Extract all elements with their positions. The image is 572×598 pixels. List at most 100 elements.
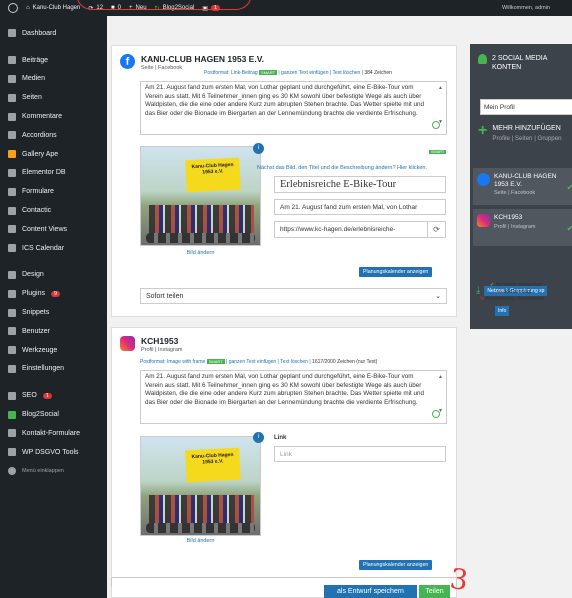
ig-change-image-link[interactable]: Bild ändern: [140, 538, 261, 544]
dashboard-icon: [8, 29, 16, 38]
elementor-icon: [8, 168, 16, 177]
ig-link-input[interactable]: Link: [274, 446, 446, 462]
bicycles: [146, 233, 255, 243]
network-status-legend: ✔ Netzwerk verbunden ⊘ Bild benötigt ↻ A…: [480, 282, 545, 302]
account-item-instagram[interactable]: KCH1953 Profil | Instagram ✔: [473, 209, 572, 246]
save-draft-button[interactable]: als Entwurf speichern: [324, 585, 417, 598]
sidebar-item-design[interactable]: Design: [0, 266, 107, 285]
collapse-icon: [8, 466, 16, 475]
contact-icon: [8, 206, 16, 215]
sidebar-item-plugins[interactable]: Plugins 9: [0, 284, 107, 303]
facebook-post-card: f KANU-CLUB HAGEN 1953 E.V. Seite | Face…: [111, 45, 457, 317]
sidebar-item-formulare[interactable]: Formulare: [0, 182, 107, 201]
sidebar-item-werkzeuge[interactable]: Werkzeuge: [0, 341, 107, 360]
ig-textarea-scrollbar[interactable]: ▲ ▼: [438, 373, 444, 416]
profile-select[interactable]: Mein Profil: [480, 99, 572, 115]
sidebar-item-contactic[interactable]: Contactic: [0, 201, 107, 220]
warning-icon: ↻: [480, 296, 485, 302]
wordpress-logo[interactable]: [8, 3, 18, 13]
image-info-icon[interactable]: i: [253, 432, 264, 443]
error-icon: ⊘: [498, 289, 503, 295]
share-button[interactable]: Teilen: [419, 585, 450, 598]
greeting[interactable]: Willkommen, admin: [502, 5, 550, 11]
info-button[interactable]: Info: [495, 306, 510, 316]
comment-icon: [8, 112, 16, 121]
fb-link-description-field[interactable]: Am 21. August fand zum ersten Mal, von L…: [274, 199, 446, 215]
fb-char-count: 384 Zeichen: [364, 70, 392, 76]
fb-meta-line: Postformat: Link-Beitrag SMART | ganzen …: [204, 70, 392, 76]
ig-account-header: KCH1953 Profil | Instagram: [120, 336, 182, 353]
fb-calendar-button[interactable]: Planungskalender anzeigen: [359, 267, 433, 277]
ig-meta-line: Postformat: Image with frame SMART | gan…: [140, 359, 378, 365]
fb-edit-preview-hint[interactable]: Nächst das Bild, den Titel und die Besch…: [257, 165, 427, 171]
blog2social-icon: [8, 410, 16, 419]
club-banner: Kanu-Club Hagen 1953 e.V.: [185, 157, 241, 193]
fb-post-format-link[interactable]: Postformat: Link-Beitrag: [204, 70, 258, 76]
ig-account-sub: Profil | Instagram: [141, 347, 183, 353]
refresh-icon[interactable]: ⟳: [427, 222, 445, 237]
mail-icon: [8, 187, 16, 196]
facebook-icon: [477, 173, 490, 186]
form-icon: [8, 429, 16, 438]
user-icon: [8, 327, 16, 336]
seo-count-badge: 1: [42, 392, 52, 399]
ig-smart-tag: SMART: [206, 359, 225, 364]
image-info-icon[interactable]: i: [253, 143, 264, 154]
list-icon: [8, 131, 16, 140]
pin-icon: [8, 56, 16, 65]
sidebar-item-medien[interactable]: Medien: [0, 70, 107, 89]
ig-post-textarea[interactable]: Am 21. August fand zum ersten Mal, von L…: [140, 370, 447, 424]
wrench-icon: [8, 346, 16, 355]
ig-delete-text-link[interactable]: Text löschen: [280, 359, 308, 365]
chevron-down-icon: ⌄: [435, 293, 441, 300]
sidebar-item-gallery-ape[interactable]: Gallery Ape: [0, 145, 107, 164]
fb-post-textarea[interactable]: Am 21. August fand zum ersten Mal, von L…: [140, 81, 447, 135]
fb-link-url-field[interactable]: https://www.kc-hagen.de/erlebnisreiche- …: [274, 221, 446, 238]
sidebar-item-dashboard[interactable]: Dashboard: [0, 24, 107, 43]
sidebar-item-blog2social[interactable]: Blog2Social: [0, 405, 107, 424]
cyclists-group: [149, 495, 254, 523]
sidebar-item-ics-calendar[interactable]: ICS Calendar: [0, 239, 107, 258]
add-more-networks[interactable]: + MEHR HINZUFÜGEN Profile | Seiten | Gru…: [478, 122, 562, 144]
instagram-icon: [120, 336, 135, 351]
red-annotation-mark: 3: [447, 561, 471, 598]
account-item-facebook[interactable]: KANU-CLUB HAGEN 1953 E.V. Seite | Facebo…: [473, 168, 572, 205]
admin-sidebar: Dashboard Beiträge Medien Seiten Komment…: [0, 16, 107, 598]
ig-link-label: Link: [274, 435, 287, 441]
ig-account-name: KCH1953: [141, 336, 179, 346]
site-name-link[interactable]: ⌂ Kanu-Club Hagen: [26, 5, 80, 11]
plugins-count-badge: 9: [50, 290, 61, 297]
sidebar-item-seiten[interactable]: Seiten: [0, 88, 107, 107]
sidebar-item-accordions[interactable]: Accordions: [0, 126, 107, 145]
ig-post-format-link[interactable]: Postformat: Image with frame: [140, 359, 205, 365]
settings-icon: [8, 364, 16, 373]
sidebar-item-wp-dsgvo-tools[interactable]: WP DSGVO Tools: [0, 443, 107, 462]
cyclists-group: [149, 205, 254, 233]
red-annotation-oval: [76, 0, 252, 10]
fb-textarea-scrollbar[interactable]: ▲ ▼: [438, 84, 444, 127]
sidebar-item-kontakt-formulare[interactable]: Kontakt-Formulare: [0, 424, 107, 443]
emoji-icon[interactable]: [432, 410, 440, 418]
media-icon: [8, 74, 16, 83]
instagram-icon: [477, 214, 490, 227]
sidebar-item-snippets[interactable]: Snippets: [0, 303, 107, 322]
fb-link-title-field[interactable]: Erlebnisreiche E-Bike-Tour: [274, 176, 446, 193]
fb-share-mode-select[interactable]: Sofort teilen ⌄: [140, 288, 447, 304]
sidebar-item-beitraege[interactable]: Beiträge: [0, 51, 107, 70]
eye-icon: [8, 225, 16, 234]
plus-icon: +: [478, 122, 488, 139]
sidebar-item-content-views[interactable]: Content Views: [0, 220, 107, 239]
sidebar-item-elementor-db[interactable]: Elementor DB: [0, 164, 107, 183]
sidebar-item-seo[interactable]: SEO 1: [0, 386, 107, 405]
sidebar-item-kommentare[interactable]: Kommentare: [0, 107, 107, 126]
emoji-icon[interactable]: [432, 121, 440, 129]
ig-insert-text-link[interactable]: ganzen Text einfügen: [229, 359, 276, 365]
fb-change-image-link[interactable]: Bild ändern: [140, 250, 261, 256]
collapse-menu-button[interactable]: Menü einklappen: [0, 462, 107, 481]
ig-calendar-button[interactable]: Planungskalender anzeigen: [359, 560, 433, 570]
fb-delete-text-link[interactable]: Text löschen: [333, 70, 361, 76]
ig-char-count: 1617/2000 Zeichen (nur Text): [312, 359, 378, 365]
sidebar-item-einstellungen[interactable]: Einstellungen: [0, 360, 107, 379]
fb-insert-text-link[interactable]: ganzen Text einfügen: [281, 70, 328, 76]
sidebar-item-benutzer[interactable]: Benutzer: [0, 322, 107, 341]
